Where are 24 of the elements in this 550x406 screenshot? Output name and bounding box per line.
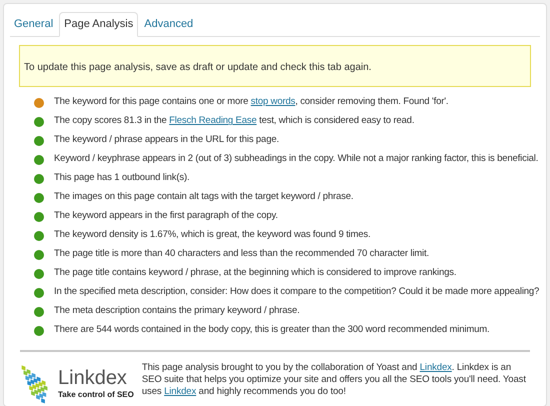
result-text: The keyword for this page contains one or more stop words, consider removing them. Found 'for'. xyxy=(54,95,448,110)
text-link[interactable]: Linkdex xyxy=(164,386,196,396)
result-text: The copy scores 81.3 in the Flesch Reading Ease test, which is considered easy to read. xyxy=(54,114,414,128)
result-text: This page has 1 outbound link(s). xyxy=(54,171,190,186)
result-text: Keyword / keyphrase appears in 2 (out of 3) subheadings in the copy. While not a major ranking factor, this is beneficial. xyxy=(54,152,538,166)
footer-text: This page analysis brought to you by the collaboration of Yoast and Linkdex. Linkdex is an SEO suite that helps you optimize your site and offers you all the SEO tools you'll need. Yoast uses Linkdex and highly recommends you do too! xyxy=(142,362,527,398)
logo-name: Linkdex xyxy=(58,366,128,388)
result-text: The keyword density is 1.67%, which is great, the keyword was found 9 times. xyxy=(54,228,371,242)
result-text: The keyword appears in the first paragraph of the copy. xyxy=(54,209,278,224)
text-link[interactable]: Linkdex xyxy=(420,362,452,372)
text-link[interactable]: Flesch Reading Ease xyxy=(169,115,257,126)
tab[interactable]: General xyxy=(10,13,58,36)
result-text: There are 544 words contained in the body copy, this is greater than the 300 word recommended minimum. xyxy=(54,323,490,338)
logo-tagline: Take control of SEO xyxy=(58,388,134,400)
text-link[interactable]: stop words xyxy=(250,96,296,108)
result-text: The page title contains keyword / phrase, at the beginning which is considered to improve rankings. xyxy=(54,266,456,280)
result-text: The meta description contains the primary keyword / phrase. xyxy=(54,304,300,318)
result-text: The images on this page contain alt tags with the target keyword / phrase. xyxy=(54,190,354,204)
tab[interactable]: Advanced xyxy=(140,13,198,36)
result-text: The keyword / phrase appears in the URL for this page. xyxy=(54,133,279,148)
tab[interactable]: Page Analysis xyxy=(59,12,138,36)
notice-text: To update this page analysis, save as draft or update and check this tab again. xyxy=(24,62,372,72)
result-text: The page title is more than 40 characters and less than the recommended 70 character limit. xyxy=(54,247,429,262)
result-text: In the specified meta description, consider: How does it compare to the competition? Could it be made more appealing? xyxy=(54,285,540,300)
